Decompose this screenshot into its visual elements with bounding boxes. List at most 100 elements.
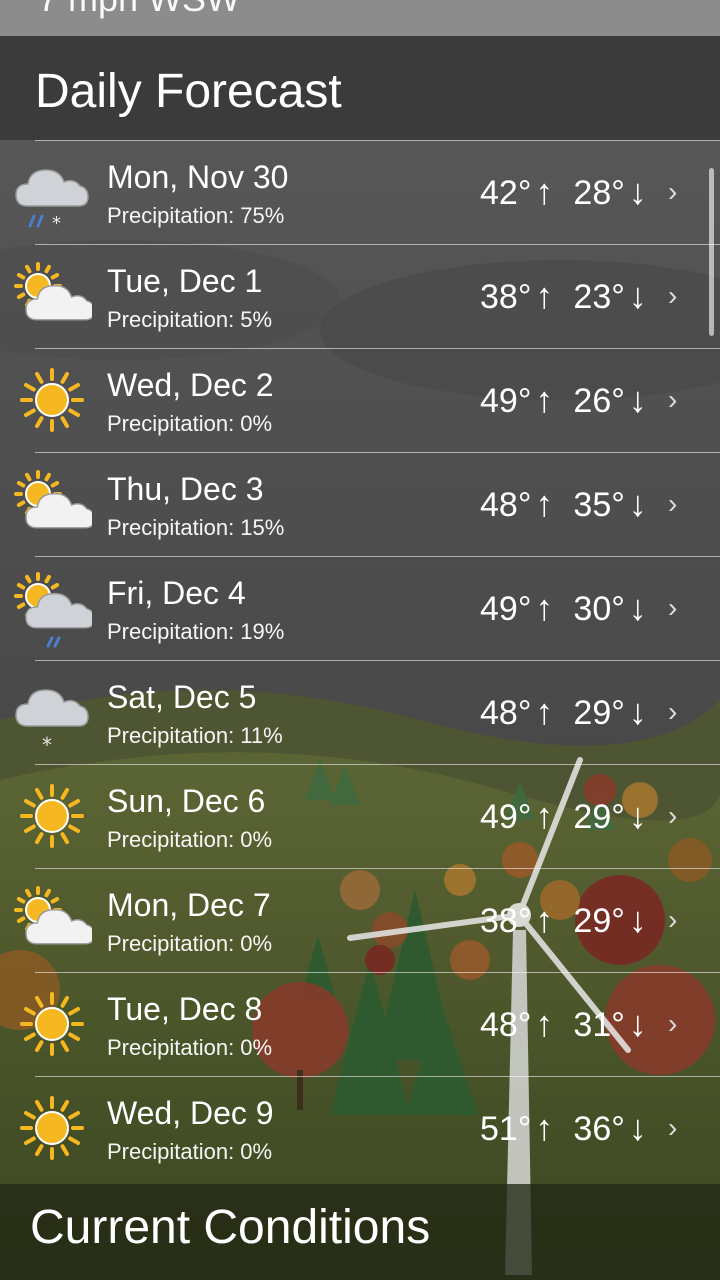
- down-arrow-icon: ↓: [628, 171, 647, 212]
- temperature-range: 48° ↑ 31° ↓: [480, 1004, 647, 1045]
- low-temp: 26°: [573, 382, 625, 420]
- chevron-right-icon[interactable]: ›: [668, 488, 677, 520]
- sun-icon: [12, 1090, 92, 1166]
- row-divider: [35, 660, 720, 661]
- down-arrow-icon: ↓: [628, 1107, 647, 1148]
- temperature-range: 49° ↑ 30° ↓: [480, 588, 647, 629]
- forecast-row[interactable]: * Mon, Nov 30 Precipitation: 75% 42° ↑ 28°…: [0, 140, 720, 244]
- low-temp: 36°: [573, 1110, 625, 1148]
- forecast-day: Wed, Dec 9: [107, 1095, 274, 1131]
- row-divider: [35, 140, 720, 141]
- forecast-row[interactable]: Sun, Dec 6 Precipitation: 0% 49° ↑ 29° ↓ ›: [0, 764, 720, 868]
- up-arrow-icon: ↑: [535, 1003, 554, 1044]
- scrollbar[interactable]: [709, 168, 714, 336]
- precipitation-text: Precipitation: 15%: [107, 515, 285, 540]
- current-conditions-header[interactable]: Current Conditions: [0, 1184, 720, 1280]
- forecast-day: Sun, Dec 6: [107, 783, 266, 819]
- forecast-row[interactable]: Wed, Dec 9 Precipitation: 0% 51° ↑ 36° ↓ ›: [0, 1076, 720, 1180]
- chevron-right-icon[interactable]: ›: [668, 1008, 677, 1040]
- forecast-row[interactable]: Wed, Dec 2 Precipitation: 0% 49° ↑ 26° ↓ ›: [0, 348, 720, 452]
- row-divider: [35, 452, 720, 453]
- precipitation-text: Precipitation: 0%: [107, 827, 273, 852]
- low-temp: 28°: [573, 174, 625, 212]
- row-divider: [35, 556, 720, 557]
- row-divider: [35, 1076, 720, 1077]
- down-arrow-icon: ↓: [628, 379, 647, 420]
- forecast-day: Thu, Dec 3: [107, 471, 264, 507]
- partly-cloudy-rain-icon: [12, 570, 96, 648]
- temperature-range: 49° ↑ 29° ↓: [480, 796, 647, 837]
- temperature-range: 38° ↑ 23° ↓: [480, 276, 647, 317]
- partly-cloudy-icon: [12, 882, 96, 958]
- forecast-day: Mon, Nov 30: [107, 159, 289, 195]
- up-arrow-icon: ↑: [535, 379, 554, 420]
- forecast-row[interactable]: Thu, Dec 3 Precipitation: 15% 48° ↑ 35° ↓ ›: [0, 452, 720, 556]
- down-arrow-icon: ↓: [628, 1003, 647, 1044]
- high-temp: 51°: [480, 1110, 532, 1148]
- chevron-right-icon[interactable]: ›: [668, 696, 677, 728]
- partly-cloudy-icon: [12, 466, 96, 542]
- chevron-right-icon[interactable]: ›: [668, 176, 677, 208]
- svg-text:*: *: [42, 733, 52, 754]
- precipitation-text: Precipitation: 75%: [107, 203, 285, 228]
- chevron-right-icon[interactable]: ›: [668, 384, 677, 416]
- up-arrow-icon: ↑: [535, 1107, 554, 1148]
- precipitation-text: Precipitation: 19%: [107, 619, 285, 644]
- forecast-day: Mon, Dec 7: [107, 887, 271, 923]
- high-temp: 49°: [480, 590, 532, 628]
- chevron-right-icon[interactable]: ›: [668, 904, 677, 936]
- low-temp: 30°: [573, 590, 625, 628]
- up-arrow-icon: ↑: [535, 171, 554, 212]
- down-arrow-icon: ↓: [628, 275, 647, 316]
- wind-readout: 7 mph WSW: [38, 0, 240, 20]
- low-temp: 29°: [573, 798, 625, 836]
- sun-icon: [12, 778, 92, 854]
- temperature-range: 51° ↑ 36° ↓: [480, 1108, 647, 1149]
- high-temp: 49°: [480, 382, 532, 420]
- daily-forecast-header: Daily Forecast: [0, 36, 720, 140]
- up-arrow-icon: ↑: [535, 691, 554, 732]
- forecast-day: Sat, Dec 5: [107, 679, 257, 715]
- temperature-range: 38° ↑ 29° ↓: [480, 900, 647, 941]
- down-arrow-icon: ↓: [628, 587, 647, 628]
- high-temp: 38°: [480, 278, 532, 316]
- row-divider: [35, 244, 720, 245]
- chevron-right-icon[interactable]: ›: [668, 280, 677, 312]
- precipitation-text: Precipitation: 0%: [107, 1035, 273, 1060]
- precipitation-text: Precipitation: 0%: [107, 1139, 273, 1164]
- section-title: Daily Forecast: [35, 65, 342, 118]
- forecast-row[interactable]: Mon, Dec 7 Precipitation: 0% 38° ↑ 29° ↓ ›: [0, 868, 720, 972]
- precipitation-text: Precipitation: 11%: [107, 723, 283, 748]
- high-temp: 48°: [480, 694, 532, 732]
- forecast-day: Fri, Dec 4: [107, 575, 246, 611]
- down-arrow-icon: ↓: [628, 691, 647, 732]
- forecast-row[interactable]: Fri, Dec 4 Precipitation: 19% 49° ↑ 30° ↓ ›: [0, 556, 720, 660]
- forecast-row[interactable]: Tue, Dec 8 Precipitation: 0% 48° ↑ 31° ↓ ›: [0, 972, 720, 1076]
- up-arrow-icon: ↑: [535, 587, 554, 628]
- high-temp: 48°: [480, 1006, 532, 1044]
- high-temp: 38°: [480, 902, 532, 940]
- row-divider: [35, 764, 720, 765]
- high-temp: 42°: [480, 174, 532, 212]
- up-arrow-icon: ↑: [535, 899, 554, 940]
- high-temp: 48°: [480, 486, 532, 524]
- row-divider: [35, 972, 720, 973]
- partly-cloudy-icon: [12, 258, 96, 334]
- temperature-range: 42° ↑ 28° ↓: [480, 172, 647, 213]
- sun-icon: [12, 986, 92, 1062]
- forecast-row[interactable]: * Sat, Dec 5 Precipitation: 11% 48° ↑ 29° ↓…: [0, 660, 720, 764]
- chevron-right-icon[interactable]: ›: [668, 800, 677, 832]
- status-strip: 7 mph WSW: [0, 0, 720, 36]
- chevron-right-icon[interactable]: ›: [668, 1112, 677, 1144]
- forecast-list: * Mon, Nov 30 Precipitation: 75% 42° ↑ 28°…: [0, 140, 720, 1180]
- chevron-right-icon[interactable]: ›: [668, 592, 677, 624]
- svg-text:*: *: [52, 213, 61, 234]
- down-arrow-icon: ↓: [628, 483, 647, 524]
- up-arrow-icon: ↑: [535, 795, 554, 836]
- down-arrow-icon: ↓: [628, 795, 647, 836]
- forecast-row[interactable]: Tue, Dec 1 Precipitation: 5% 38° ↑ 23° ↓ ›: [0, 244, 720, 348]
- cloud-snow-icon: *: [12, 674, 92, 757]
- precipitation-text: Precipitation: 0%: [107, 931, 273, 956]
- low-temp: 29°: [573, 902, 625, 940]
- down-arrow-icon: ↓: [628, 899, 647, 940]
